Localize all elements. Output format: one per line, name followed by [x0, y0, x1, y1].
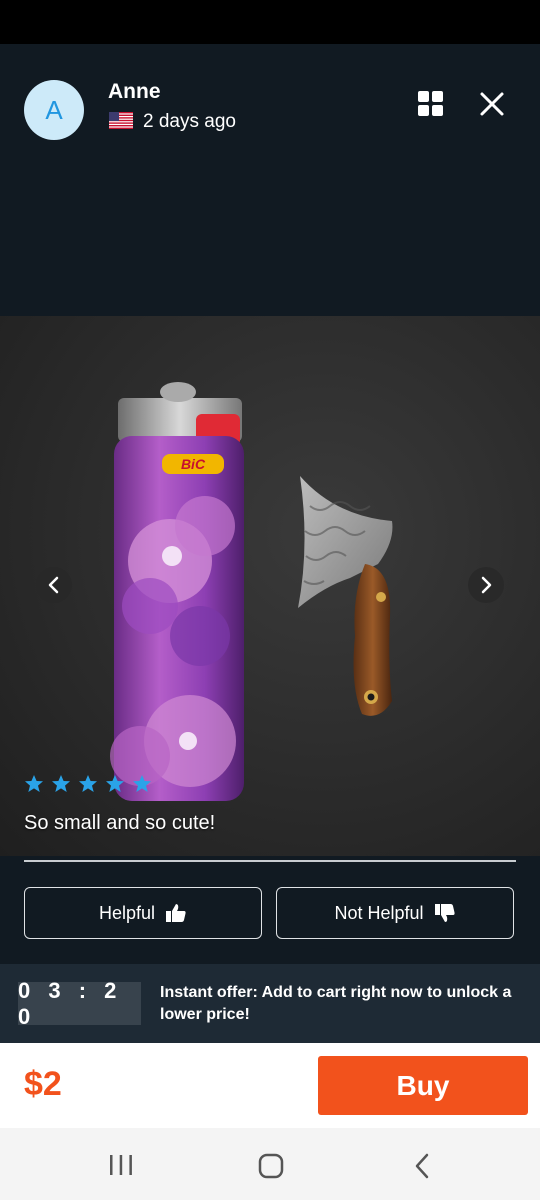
avatar: A: [24, 80, 84, 140]
chevron-right-icon: [481, 576, 492, 594]
purchase-bar: $2 Buy: [0, 1043, 540, 1128]
price: $2: [24, 1065, 62, 1103]
back-icon[interactable]: [412, 1153, 432, 1179]
star-icon: [79, 775, 97, 792]
star-icon: [106, 775, 124, 792]
review-header: A Anne 2 days ago: [0, 44, 540, 316]
not-helpful-button[interactable]: Not Helpful: [276, 887, 514, 939]
chevron-left-icon: [48, 576, 59, 594]
previous-photo-button[interactable]: [36, 567, 72, 603]
review-text: So small and so cute!: [24, 812, 216, 834]
us-flag-icon: [109, 112, 133, 129]
thumbs-up-icon: [166, 904, 186, 922]
reviewer-name: Anne: [108, 80, 161, 103]
review-date: 2 days ago: [143, 111, 236, 132]
instant-offer-banner: 0 3 : 2 0 Instant offer: Add to cart rig…: [0, 964, 540, 1043]
gallery-grid-button[interactable]: [418, 91, 446, 119]
system-nav-bar: [0, 1128, 540, 1200]
close-icon[interactable]: [478, 90, 506, 118]
helpful-label: Helpful: [98, 902, 156, 923]
buy-button[interactable]: Buy: [318, 1056, 528, 1115]
star-icon: [133, 775, 151, 792]
thumbs-down-icon: [434, 904, 455, 922]
divider: [24, 860, 516, 862]
helpful-button[interactable]: Helpful: [24, 887, 262, 939]
review-photo: BiC So small and so cute!: [0, 316, 540, 856]
star-icon: [25, 775, 43, 792]
offer-message: Instant offer: Add to cart right now to …: [160, 984, 512, 1023]
recent-apps-icon[interactable]: [108, 1154, 134, 1176]
countdown-timer: 0 3 : 2 0: [18, 978, 141, 1029]
status-bar: [0, 0, 540, 44]
star-icon: [52, 775, 70, 792]
home-icon[interactable]: [258, 1153, 284, 1179]
grid-icon: [418, 91, 429, 102]
next-photo-button[interactable]: [468, 567, 504, 603]
star-rating: [24, 774, 159, 794]
lighter-brand-logo: BiC: [181, 456, 206, 472]
not-helpful-label: Not Helpful: [334, 902, 424, 923]
